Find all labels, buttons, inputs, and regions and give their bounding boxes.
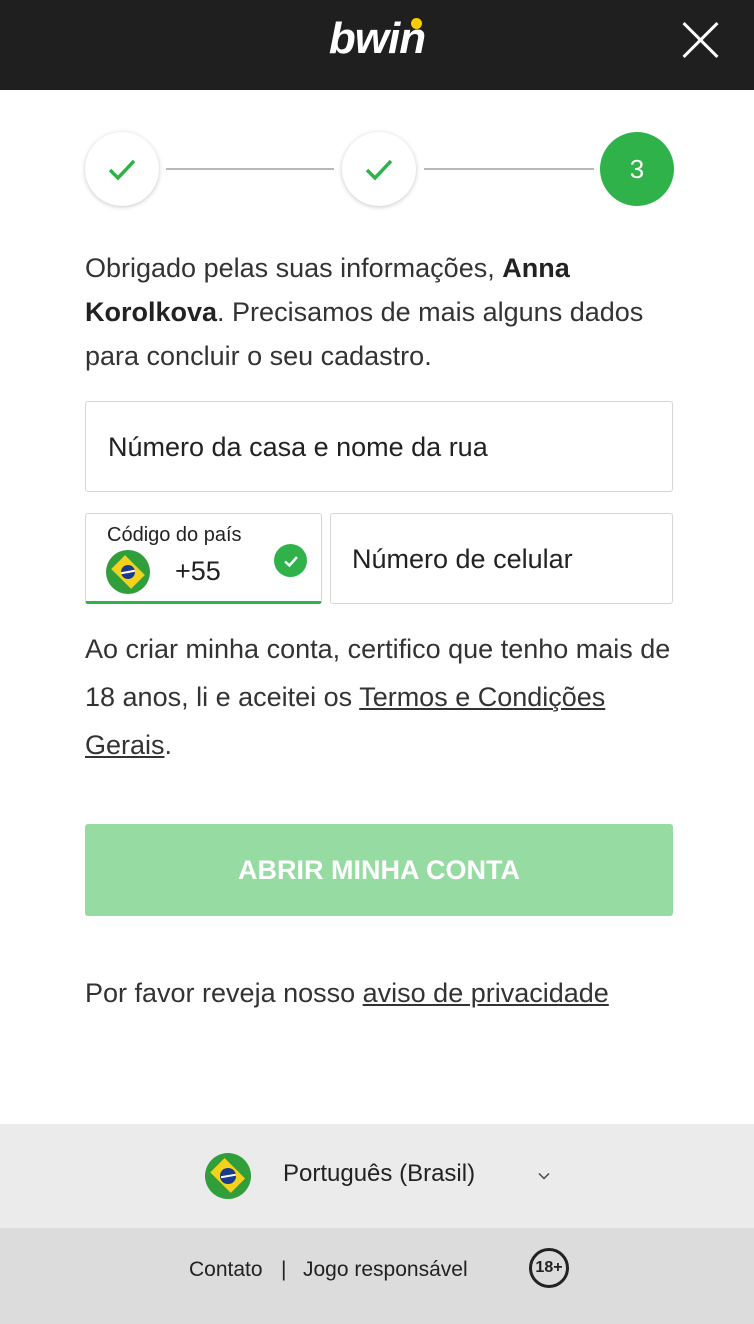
privacy-text: Por favor reveja nosso aviso de privacid… bbox=[85, 978, 609, 1008]
intro-text: Obrigado pelas suas informações, Anna Ko… bbox=[85, 253, 644, 371]
country-code-select[interactable]: Código do país +55 bbox=[85, 513, 322, 604]
step-1-done bbox=[85, 132, 159, 206]
step-connector bbox=[424, 168, 594, 170]
open-account-button[interactable]: ABRIR MINHA CONTA bbox=[85, 824, 673, 916]
logo-dot bbox=[411, 18, 422, 29]
address-placeholder: Número da casa e nome da rua bbox=[108, 432, 488, 462]
valid-check-icon bbox=[274, 544, 307, 577]
top-bar: bwin bbox=[0, 0, 754, 90]
step-2-done bbox=[342, 132, 416, 206]
footer-separator: | bbox=[281, 1258, 287, 1281]
check-icon bbox=[365, 159, 393, 181]
step-3-active: 3 bbox=[600, 132, 674, 206]
close-button[interactable] bbox=[676, 16, 724, 64]
brazil-flag-icon bbox=[106, 550, 150, 594]
contact-link[interactable]: Contato bbox=[189, 1258, 263, 1282]
country-code-value: +55 bbox=[175, 556, 221, 586]
address-input[interactable]: Número da casa e nome da rua bbox=[85, 401, 673, 492]
phone-placeholder: Número de celular bbox=[352, 544, 573, 574]
privacy-link[interactable]: aviso de privacidade bbox=[363, 978, 609, 1008]
step-number: 3 bbox=[629, 153, 645, 184]
bwin-logo[interactable]: bwin bbox=[0, 14, 754, 64]
age-18-badge: 18+ bbox=[529, 1248, 569, 1288]
language-label: Português (Brasil) bbox=[283, 1160, 476, 1187]
responsible-gaming-link[interactable]: Jogo responsável bbox=[303, 1258, 468, 1282]
terms-text: Ao criar minha conta, certifico que tenh… bbox=[85, 634, 671, 760]
check-icon bbox=[108, 159, 136, 181]
footer: Contato | Jogo responsável 18+ bbox=[0, 1228, 754, 1324]
brazil-flag-icon bbox=[205, 1153, 251, 1199]
step-connector bbox=[166, 168, 334, 170]
language-selector[interactable]: Português (Brasil) bbox=[0, 1124, 754, 1228]
phone-number-input[interactable]: Número de celular bbox=[330, 513, 673, 604]
chevron-down-icon bbox=[538, 1172, 550, 1180]
country-code-label: Código do país bbox=[107, 524, 242, 546]
